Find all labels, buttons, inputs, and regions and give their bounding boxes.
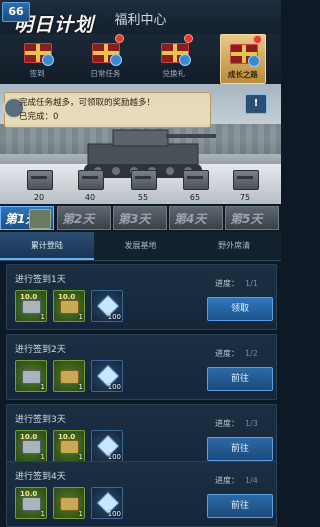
day-tab-4[interactable]: 第4天 <box>169 206 223 230</box>
day-tab-2[interactable]: 第2天 <box>57 206 111 230</box>
gift-icon <box>226 39 260 67</box>
crate-icon <box>29 209 51 229</box>
go-button[interactable]: 前往 <box>207 494 273 518</box>
tab-label: 成长之路 <box>227 70 258 79</box>
gold-reward-icon[interactable]: 1 <box>53 487 85 519</box>
diamond-reward-icon[interactable]: 100 <box>91 360 123 392</box>
tab-label: 日常任务 <box>90 69 121 78</box>
subtab-base-development[interactable]: 发展基地 <box>94 232 188 260</box>
subtab-cumulative-login[interactable]: 累计登陆 <box>0 232 94 260</box>
progress-label: 进度： <box>215 476 239 485</box>
subtab-field-clearing[interactable]: 野外席清 <box>187 232 281 260</box>
page-title: 福利中心 <box>114 13 167 28</box>
completed-value: 0 <box>53 112 59 122</box>
tab-label: 签到 <box>29 69 45 78</box>
task-title: 进行签到2天 <box>15 345 66 355</box>
task-title: 进行签到3天 <box>15 415 66 425</box>
milestone-crate[interactable] <box>233 170 259 190</box>
exclamation-icon[interactable]: ! <box>245 94 267 114</box>
day-tab-5[interactable]: 第5天 <box>225 206 279 230</box>
banner-message: 完成任务越多，可领取的奖励越多！ <box>19 98 156 108</box>
sub-tabs: 累计登陆 发展基地 野外席清 <box>0 232 281 261</box>
growth-banner: 完成任务越多，可领取的奖励越多！ 已完成：0 ! 20 40 55 65 75 <box>0 84 281 204</box>
task-title: 进行签到1天 <box>15 275 66 285</box>
task-row: 进行签到4天 进度： 1/4 10.0 1 1 100 前往 <box>6 461 277 527</box>
task-row: 进行签到1天 进度： 1/1 10.0 1 10.0 1 100 领取 <box>6 264 277 330</box>
task-list: 进行签到1天 进度： 1/1 10.0 1 10.0 1 100 领取 进行签到2天 … <box>0 262 281 527</box>
milestone-label: 40 <box>84 193 96 202</box>
gift-icon <box>20 38 55 66</box>
completed-label: 已完成： <box>19 112 54 122</box>
tab-growth-path[interactable]: 成长之路 <box>219 34 266 84</box>
day-tabs: 第1天 第2天 第3天 第4天 第5天 <box>0 204 281 232</box>
milestone-label: 55 <box>137 193 149 202</box>
milestone-crate[interactable] <box>131 170 157 190</box>
milestone-crate[interactable] <box>27 170 53 190</box>
tab-bar: 签到 日常任务 兑换礼 成长之路 <box>0 34 281 84</box>
tab-sign-in[interactable]: 签到 <box>15 34 59 82</box>
go-button[interactable]: 前往 <box>207 367 273 391</box>
tab-exchange[interactable]: 兑换礼 <box>152 34 196 82</box>
milestone-label: 65 <box>189 193 201 202</box>
tab-label: 兑换礼 <box>162 69 185 78</box>
progress-value: 1/1 <box>245 279 258 288</box>
diamond-reward-icon[interactable]: 100 <box>91 290 123 322</box>
progress-label: 进度： <box>215 279 239 288</box>
silver-reward-icon[interactable]: 1 <box>15 360 47 392</box>
gold-reward-icon[interactable]: 1 <box>53 360 85 392</box>
header: 明日计划 66 福利中心 <box>0 0 281 36</box>
claim-button[interactable]: 领取 <box>207 297 273 321</box>
tab-daily-tasks[interactable]: 日常任务 <box>83 34 127 82</box>
diamond-reward-icon[interactable]: 100 <box>91 487 123 519</box>
banner-message-box: 完成任务越多，可领取的奖励越多！ 已完成：0 <box>3 92 211 128</box>
milestone-track: 20 40 55 65 75 <box>0 162 281 204</box>
milestone-label: 20 <box>33 193 45 202</box>
task-title: 进行签到4天 <box>15 472 66 482</box>
day-tab-3[interactable]: 第3天 <box>113 206 167 230</box>
go-button[interactable]: 前往 <box>207 437 273 461</box>
gift-icon <box>88 38 123 66</box>
milestone-label: 75 <box>239 193 251 202</box>
gift-icon <box>157 38 191 66</box>
silver-reward-icon[interactable]: 10.0 1 <box>15 430 47 462</box>
progress-value: 1/2 <box>245 349 258 358</box>
gold-reward-icon[interactable]: 10.0 1 <box>53 430 85 462</box>
progress-value: 1/4 <box>245 476 258 485</box>
gold-reward-icon[interactable]: 10.0 1 <box>53 290 85 322</box>
progress-label: 进度： <box>215 419 239 428</box>
silver-reward-icon[interactable]: 10.0 1 <box>15 487 47 519</box>
task-row: 进行签到2天 进度： 1/2 1 1 100 前往 <box>6 334 277 400</box>
milestone-crate[interactable] <box>78 170 104 190</box>
diamond-reward-icon[interactable]: 100 <box>91 430 123 462</box>
silver-reward-icon[interactable]: 10.0 1 <box>15 290 47 322</box>
milestone-crate[interactable] <box>183 170 209 190</box>
day-tab-1[interactable]: 第1天 <box>0 206 54 230</box>
progress-label: 进度： <box>215 349 239 358</box>
progress-value: 1/3 <box>245 419 258 428</box>
